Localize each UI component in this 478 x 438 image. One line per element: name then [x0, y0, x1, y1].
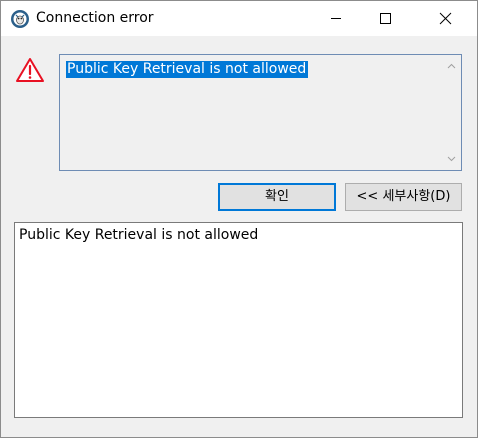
- scroll-up-icon[interactable]: [443, 58, 460, 75]
- message-text: Public Key Retrieval is not allowed: [66, 61, 309, 78]
- title-bar[interactable]: Connection error: [1, 1, 477, 36]
- message-scrollbar[interactable]: [443, 56, 460, 169]
- dialog-window: Connection error Public Key Retrieval is…: [0, 0, 478, 438]
- minimize-icon: [331, 18, 341, 19]
- details-text: Public Key Retrieval is not allowed: [19, 227, 259, 243]
- app-icon: [10, 9, 30, 29]
- close-icon: [439, 12, 452, 25]
- message-textarea[interactable]: Public Key Retrieval is not allowed: [59, 54, 462, 171]
- close-button[interactable]: [422, 1, 468, 36]
- window-title: Connection error: [36, 10, 154, 26]
- warning-icon: [15, 56, 45, 84]
- ok-button[interactable]: 확인: [218, 183, 336, 211]
- maximize-icon: [380, 13, 391, 24]
- details-textarea[interactable]: Public Key Retrieval is not allowed: [14, 222, 463, 418]
- maximize-button[interactable]: [362, 1, 408, 36]
- minimize-button[interactable]: [313, 1, 359, 36]
- scroll-down-icon[interactable]: [443, 150, 460, 167]
- details-toggle-button[interactable]: << 세부사항(D): [345, 183, 462, 211]
